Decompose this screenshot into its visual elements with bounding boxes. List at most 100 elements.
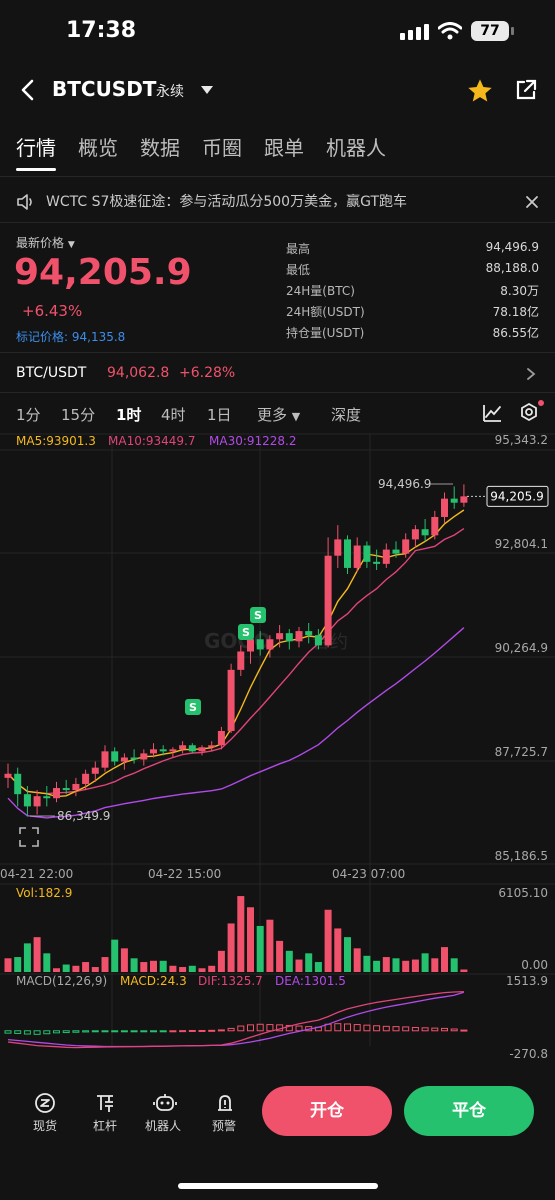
leverage-label[interactable]: 杠杆: [93, 1117, 117, 1134]
caret-down-icon: ▼: [291, 410, 301, 423]
share-icon[interactable]: [514, 78, 538, 102]
candle-body: [314, 635, 322, 646]
candle-body: [373, 561, 381, 564]
macd-dif-line: [7, 990, 464, 1049]
timeframe-1h[interactable]: 1时: [116, 404, 141, 425]
macd-histogram-bar: [82, 1030, 90, 1033]
candle-body: [276, 633, 284, 640]
notice-text[interactable]: WCTC S7极速征途：参与活动瓜分500万美金，赢GT跑车: [46, 191, 407, 211]
last-price-label[interactable]: 最新价格 ▼: [16, 234, 75, 251]
stat-high-label: 最高: [286, 242, 311, 256]
macd-histogram-bar: [421, 1027, 429, 1032]
macd-histogram-bar: [62, 1030, 70, 1034]
leverage-icon[interactable]: [94, 1092, 116, 1114]
mark-price: 标记价格: 94,135.8: [16, 330, 126, 344]
stat-amount-value: 78.18亿: [492, 305, 539, 319]
settings-icon[interactable]: [517, 400, 545, 426]
divider: [0, 392, 555, 393]
price-change: +6.43%: [22, 302, 83, 320]
candle-body: [33, 796, 41, 807]
wifi-icon: [438, 22, 462, 40]
ma5-legend: MA5:93901.3: [16, 434, 96, 448]
timeframe-1d[interactable]: 1日: [207, 404, 232, 425]
volume-bar: [450, 958, 458, 972]
volume-bar: [179, 967, 187, 972]
stat-low-value: 88,188.0: [485, 261, 539, 275]
tab-copy-trade[interactable]: 跟单: [264, 132, 304, 161]
candle-body: [169, 749, 177, 752]
star-icon[interactable]: [466, 77, 494, 105]
macd-histogram-bar: [91, 1030, 99, 1033]
volume-bar: [101, 957, 109, 972]
home-indicator: [178, 1183, 378, 1189]
close-icon[interactable]: [525, 195, 539, 209]
timeframe-1m[interactable]: 1分: [16, 404, 41, 425]
candle-body: [72, 783, 80, 791]
timeframe-more-label: 更多: [257, 406, 288, 424]
open-position-button[interactable]: 开仓: [262, 1086, 392, 1136]
spot-icon[interactable]: [34, 1092, 56, 1114]
alert-label[interactable]: 预警: [212, 1117, 236, 1134]
macd-histogram-bar: [120, 1030, 128, 1033]
tab-market[interactable]: 行情: [16, 132, 56, 161]
close-position-button[interactable]: 平仓: [404, 1086, 534, 1136]
indicator-icon[interactable]: [481, 402, 503, 424]
symbol-title[interactable]: BTCUSDT: [52, 77, 156, 101]
macd-histogram-bar: [431, 1027, 439, 1032]
contract-type[interactable]: 永续: [156, 81, 184, 101]
ma10-line: [7, 528, 465, 795]
spot-pair-name: BTC/USDT: [16, 365, 87, 381]
caret-down-icon[interactable]: [201, 86, 213, 94]
chevron-right-icon[interactable]: [526, 367, 536, 381]
volume-bar: [159, 960, 167, 972]
tab-coin-circle[interactable]: 币圈: [202, 132, 242, 161]
timeframe-depth[interactable]: 深度: [331, 404, 361, 425]
volume-bar: [256, 925, 264, 972]
macd-dea-line: [7, 991, 465, 1048]
candle-body: [344, 539, 351, 568]
stat-high-value: 94,496.9: [485, 240, 539, 254]
candle-body: [53, 788, 60, 799]
price-axis-tick: 90,264.9: [495, 641, 548, 655]
macd-histogram-bar: [159, 1030, 167, 1033]
tab-data[interactable]: 数据: [140, 132, 180, 161]
last-price-tag-text: 94,205.9: [490, 489, 543, 503]
candle-body: [217, 730, 225, 746]
tab-bot[interactable]: 机器人: [326, 132, 386, 161]
tab-overview[interactable]: 概览: [78, 132, 118, 161]
volume-bar: [421, 953, 429, 972]
volume-bar: [363, 955, 371, 972]
candle-body: [334, 539, 342, 556]
candlestick-chart[interactable]: MA5:93901.3 MA10:93449.7 MA30:91228.2 95,34…: [0, 426, 555, 1064]
candle-body: [111, 751, 119, 762]
volume-bar: [247, 907, 254, 972]
candle-body: [198, 747, 206, 752]
volume-bar: [53, 968, 60, 972]
volume-bar: [334, 928, 342, 972]
volume-bar: [373, 960, 381, 972]
volume-bar: [382, 957, 390, 972]
bot-icon[interactable]: [153, 1092, 177, 1114]
volume-bar: [14, 957, 22, 972]
spot-label[interactable]: 现货: [33, 1117, 57, 1134]
bot-label[interactable]: 机器人: [145, 1117, 181, 1134]
back-icon[interactable]: [18, 78, 38, 102]
timeframe-4h[interactable]: 4时: [161, 404, 186, 425]
macd-histogram-bar: [43, 1030, 51, 1035]
candle-body: [43, 796, 51, 799]
spot-pair-price: 94,062.8: [107, 365, 170, 381]
volume-bar: [344, 937, 351, 972]
volume-bar: [441, 947, 448, 972]
cellular-signal-icon: [400, 24, 429, 40]
time-axis-tick: 04-23 07:00: [332, 867, 405, 881]
candle-body: [392, 549, 400, 554]
timeframe-15m[interactable]: 15分: [61, 404, 95, 425]
battery-icon: 77: [471, 21, 509, 41]
timeframe-more[interactable]: 更多 ▼: [257, 404, 300, 425]
divider: [0, 176, 555, 177]
macd-histogram-bar: [179, 1030, 187, 1033]
macd-histogram-bar: [237, 1025, 245, 1032]
alert-icon[interactable]: [214, 1092, 236, 1114]
volume-bar: [62, 964, 70, 972]
volume-axis-tick: 6105.10: [498, 886, 548, 900]
